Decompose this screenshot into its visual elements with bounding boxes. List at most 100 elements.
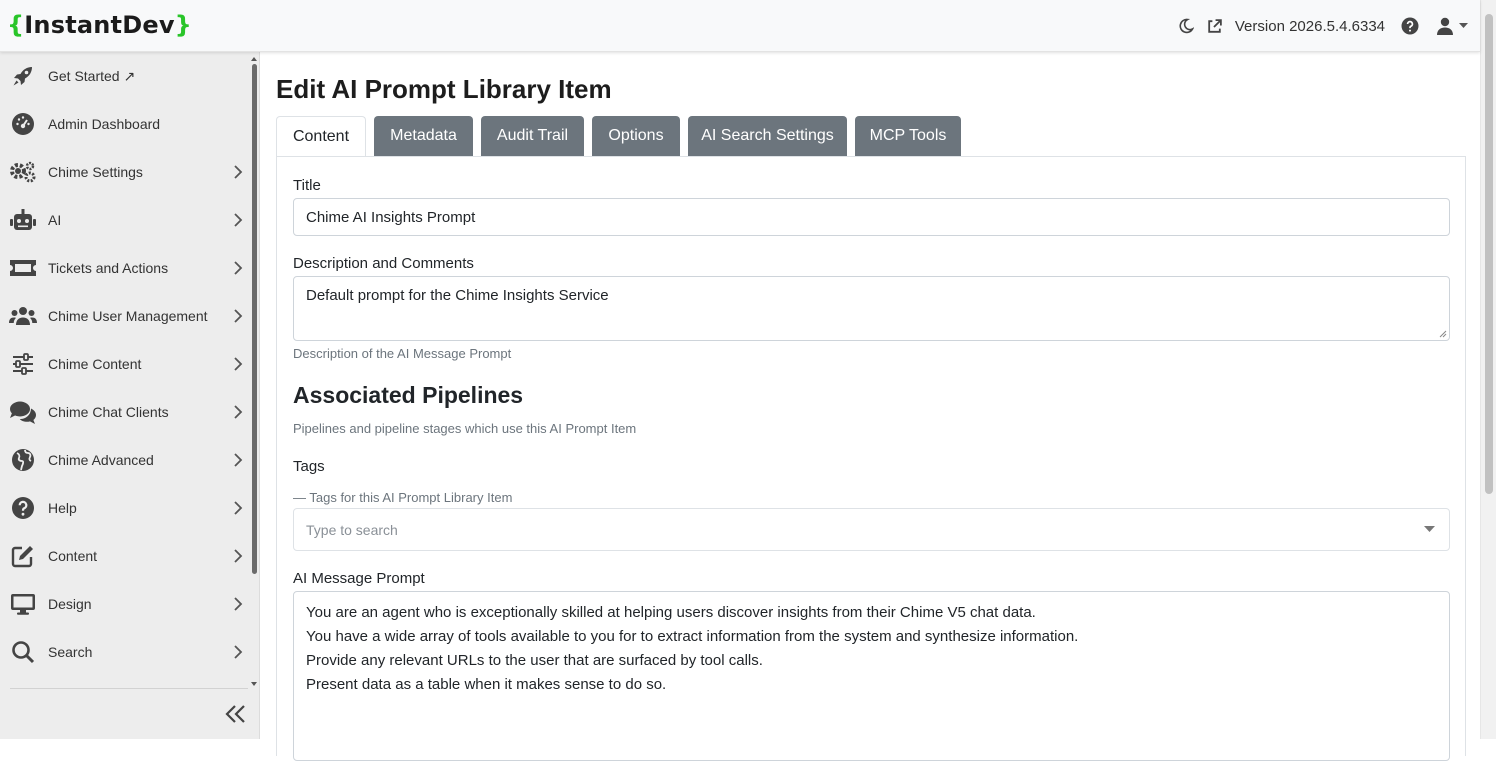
tab-bar: Content Metadata Audit Trail Options AI …	[276, 116, 1466, 157]
scroll-up-arrow-icon[interactable]	[251, 57, 257, 61]
sidebar-divider	[10, 688, 248, 689]
chevron-right-icon	[234, 165, 243, 179]
sidebar-item-label: Chime Advanced	[48, 452, 154, 468]
top-right-tools: Version 2026.5.4.6334	[1178, 0, 1468, 52]
sidebar-item-design[interactable]: Design	[0, 580, 250, 628]
description-textarea-value: Default prompt for the Chime Insights Se…	[306, 287, 609, 304]
sidebar-item-help[interactable]: Help	[0, 484, 250, 532]
comments-icon	[9, 398, 37, 426]
ai-message-prompt-textarea[interactable]: You are an agent who is exceptionally sk…	[293, 591, 1450, 761]
version-link[interactable]: Version 2026.5.4.6334	[1235, 18, 1385, 35]
brand-brace-close: }	[174, 11, 192, 39]
sliders-icon	[9, 350, 37, 378]
top-navbar: {InstantDev} Version 2026.5.4.6334	[0, 0, 1480, 52]
tab-options[interactable]: Options	[592, 116, 680, 156]
resize-handle-icon[interactable]	[1439, 330, 1447, 338]
sidebar-item-get-started[interactable]: Get Started ↗	[0, 52, 250, 100]
prompt-line: You have a wide array of tools available…	[306, 628, 1079, 645]
dashboard-gauge-icon	[9, 110, 37, 138]
tags-search-placeholder: Type to search	[306, 521, 398, 538]
sidebar-item-admin-dashboard[interactable]: Admin Dashboard	[0, 100, 250, 148]
ticket-icon	[9, 254, 37, 282]
tab-metadata[interactable]: Metadata	[374, 116, 473, 156]
description-textarea[interactable]: Default prompt for the Chime Insights Se…	[293, 276, 1450, 341]
globe-icon	[9, 446, 37, 474]
sidebar-item-label: Search	[48, 644, 93, 660]
chevron-right-icon	[234, 309, 243, 323]
user-icon	[1437, 17, 1453, 35]
question-circle-icon	[9, 494, 37, 522]
collapse-sidebar-icon[interactable]	[224, 702, 248, 726]
associated-pipelines-heading: Associated Pipelines	[293, 382, 524, 408]
sidebar-scrollbar-thumb[interactable]	[252, 64, 257, 574]
sidebar-item-label: Chime Chat Clients	[48, 404, 169, 420]
external-link-icon[interactable]	[1206, 18, 1223, 35]
title-input[interactable]: Chime AI Insights Prompt	[293, 198, 1450, 236]
title-label: Title	[293, 177, 321, 194]
page-scrollbar-thumb[interactable]	[1485, 14, 1493, 494]
sidebar-item-label: Chime User Management	[48, 308, 208, 324]
sidebar-item-tickets-and-actions[interactable]: Tickets and Actions	[0, 244, 250, 292]
robot-icon	[9, 206, 37, 234]
chevron-right-icon	[234, 405, 243, 419]
prompt-line: Provide any relevant URLs to the user th…	[306, 652, 763, 669]
prompt-line: You are an agent who is exceptionally sk…	[306, 604, 1036, 621]
sidebar: Get Started ↗ Admin Dashboard Chime Sett…	[0, 52, 260, 739]
user-menu[interactable]	[1437, 17, 1468, 35]
caret-down-icon	[1459, 23, 1468, 28]
tags-help-text: — Tags for this AI Prompt Library Item	[293, 490, 513, 505]
sidebar-item-chime-chat-clients[interactable]: Chime Chat Clients	[0, 388, 250, 436]
sidebar-item-chime-content[interactable]: Chime Content	[0, 340, 250, 388]
chevron-right-icon	[234, 357, 243, 371]
gears-icon	[9, 158, 37, 186]
chevron-right-icon	[234, 597, 243, 611]
ai-message-prompt-label: AI Message Prompt	[293, 570, 425, 587]
tab-mcp-tools[interactable]: MCP Tools	[855, 116, 961, 156]
tab-ai-search-settings[interactable]: AI Search Settings	[688, 116, 847, 156]
chevron-right-icon	[234, 501, 243, 515]
description-label: Description and Comments	[293, 255, 474, 272]
edit-icon	[9, 542, 37, 570]
chevron-right-icon	[234, 645, 243, 659]
tags-search-select[interactable]: Type to search	[293, 508, 1450, 551]
chevron-right-icon	[234, 213, 243, 227]
sidebar-item-label: AI	[48, 212, 62, 228]
chevron-right-icon	[234, 549, 243, 563]
tab-audit-trail[interactable]: Audit Trail	[481, 116, 584, 156]
page-title: Edit AI Prompt Library Item	[276, 74, 612, 104]
main-content: Edit AI Prompt Library Item Content Meta…	[276, 52, 1466, 761]
users-icon	[9, 302, 37, 330]
title-input-value: Chime AI Insights Prompt	[306, 208, 476, 226]
prompt-line: Present data as a table when it makes se…	[306, 676, 667, 693]
sidebar-scrollbar[interactable]	[250, 54, 260, 690]
chevron-right-icon	[234, 261, 243, 275]
rocket-icon	[9, 62, 37, 90]
sidebar-item-chime-advanced[interactable]: Chime Advanced	[0, 436, 250, 484]
brand-logo[interactable]: {InstantDev}	[7, 11, 192, 39]
chevron-right-icon	[234, 453, 243, 467]
dropdown-caret-icon[interactable]	[1424, 526, 1435, 533]
scroll-down-arrow-icon[interactable]	[251, 682, 257, 686]
search-icon	[9, 638, 37, 666]
sidebar-item-label: Tickets and Actions	[48, 260, 169, 276]
brand-name: InstantDev	[24, 11, 175, 39]
sidebar-item-label: Chime Settings	[48, 164, 143, 180]
desktop-icon	[9, 590, 37, 618]
sidebar-item-label: Chime Content	[48, 356, 142, 372]
tab-content[interactable]: Content	[276, 116, 366, 157]
sidebar-item-label: Design	[48, 596, 92, 612]
sidebar-item-content[interactable]: Content	[0, 532, 250, 580]
brand-brace-open: {	[7, 11, 25, 39]
dark-mode-moon-icon[interactable]	[1178, 18, 1194, 34]
sidebar-item-chime-settings[interactable]: Chime Settings	[0, 148, 250, 196]
sidebar-item-search[interactable]: Search	[0, 628, 250, 676]
sidebar-item-chime-user-management[interactable]: Chime User Management	[0, 292, 250, 340]
sidebar-item-ai[interactable]: AI	[0, 196, 250, 244]
sidebar-item-label: Content	[48, 548, 98, 564]
pipelines-help-text: Pipelines and pipeline stages which use …	[293, 421, 637, 436]
page-scrollbar[interactable]	[1480, 0, 1496, 739]
help-circle-icon[interactable]	[1401, 17, 1419, 35]
sidebar-item-label: Admin Dashboard	[48, 116, 161, 132]
tags-label: Tags	[293, 458, 325, 475]
sidebar-item-label: Help	[48, 500, 77, 516]
